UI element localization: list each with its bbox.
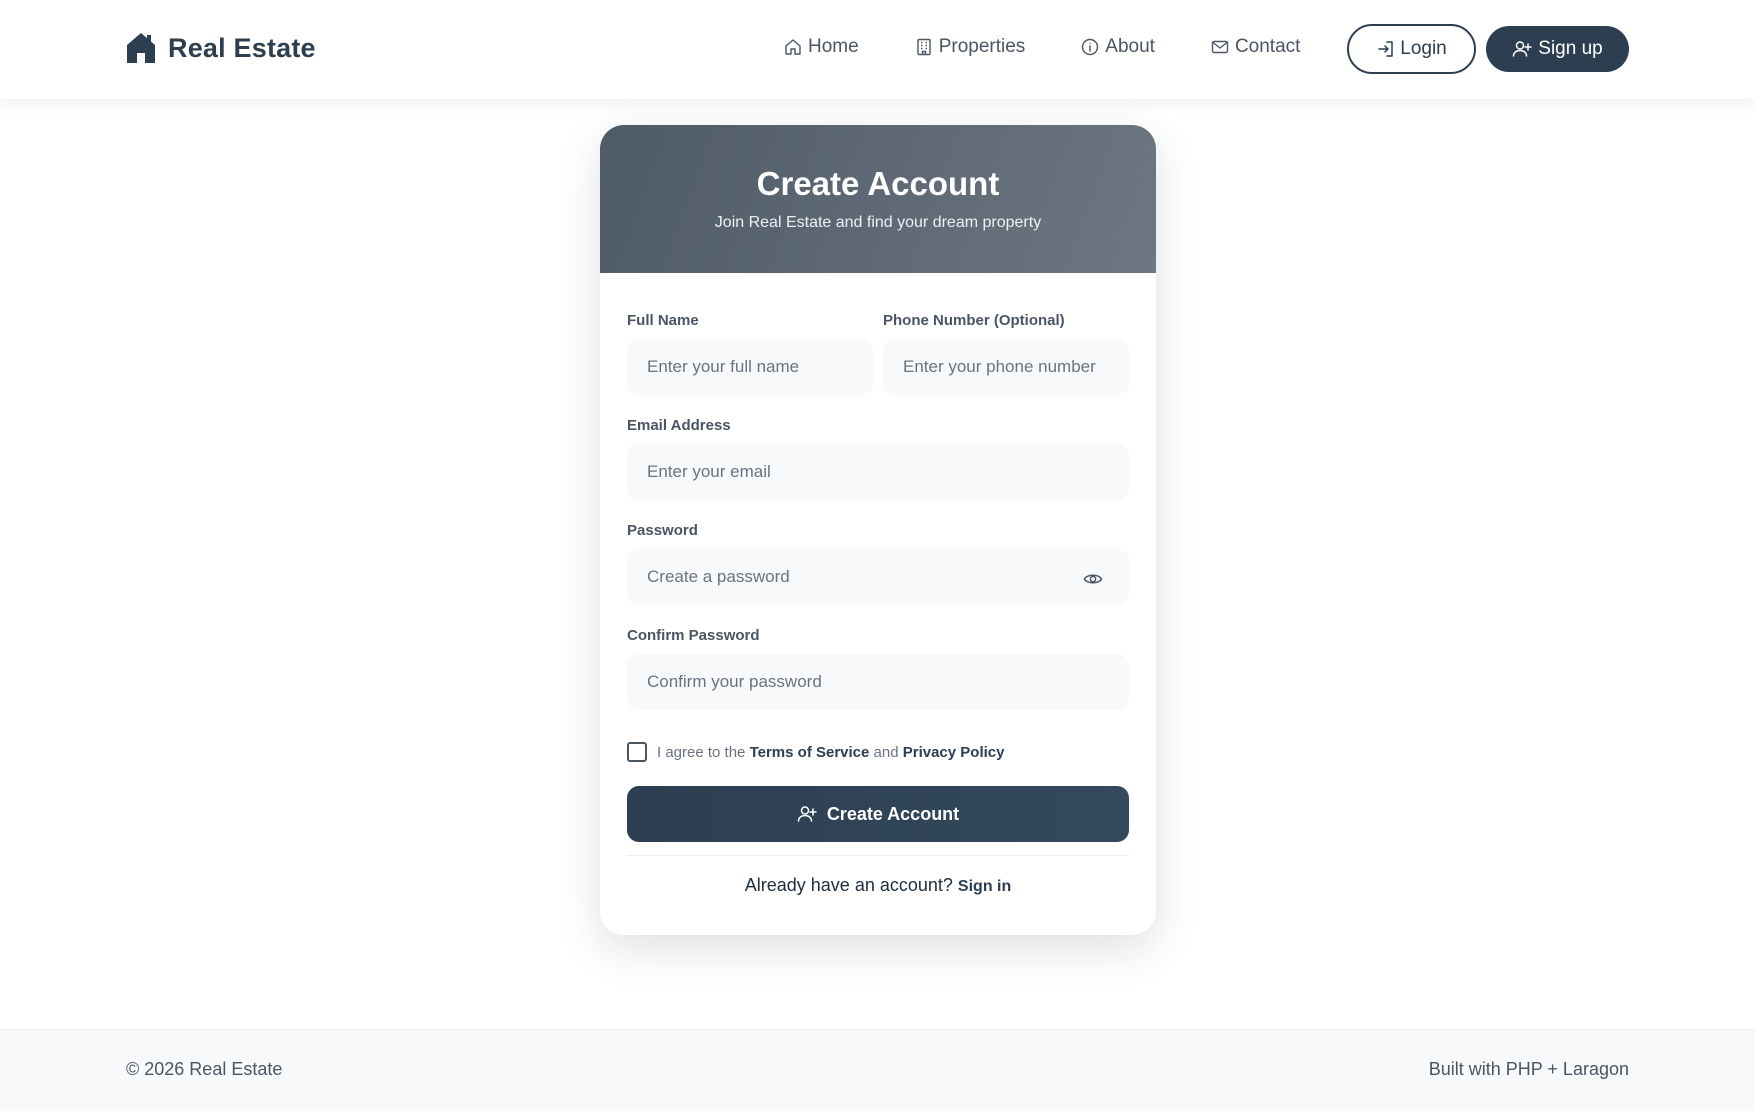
terms-agreement: I agree to the Terms of Service and Priv…	[627, 742, 1004, 762]
home-icon	[785, 39, 801, 55]
house-icon	[127, 33, 155, 63]
nav-item-about[interactable]: About	[1081, 36, 1155, 58]
nav-item-label: Home	[808, 36, 859, 57]
login-button[interactable]: Login	[1347, 24, 1476, 74]
footer-copyright: © 2026 Real Estate	[126, 1059, 283, 1079]
email-input[interactable]	[627, 444, 1129, 500]
create-account-button-label: Create Account	[826, 803, 960, 824]
nav-item-contact[interactable]: Contact	[1211, 36, 1300, 58]
signup-button[interactable]: Sign up	[1486, 26, 1629, 72]
privacy-policy-link[interactable]: Privacy Policy	[903, 744, 1005, 761]
password-input[interactable]	[627, 549, 1129, 605]
nav-item-label: Contact	[1234, 36, 1301, 57]
terms-checkbox[interactable]	[627, 742, 647, 762]
phone-input[interactable]	[883, 339, 1129, 395]
phone-label: Phone Number (Optional)	[883, 312, 1065, 329]
terms-of-service-link[interactable]: Terms of Service	[750, 744, 870, 761]
card-header: Create Account Join Real Estate and find…	[600, 125, 1156, 273]
email-label: Email Address	[627, 417, 731, 434]
building-icon	[916, 38, 931, 56]
terms-text: I agree to the Terms of Service and Priv…	[657, 744, 1004, 761]
footer-built-with: Built with PHP + Laragon	[1428, 1059, 1629, 1079]
full-name-label: Full Name	[627, 312, 699, 329]
full-name-input[interactable]	[627, 339, 873, 395]
main-nav: Home Properties About Contact	[784, 36, 1300, 58]
signin-prompt-text: Already have an account?	[744, 875, 953, 895]
eye-icon[interactable]	[1083, 569, 1103, 589]
envelope-icon	[1211, 40, 1229, 54]
page-title: Create Account	[756, 165, 1000, 202]
nav-item-properties[interactable]: Properties	[915, 36, 1026, 58]
create-account-button[interactable]: Create Account	[627, 786, 1129, 842]
confirm-password-input[interactable]	[627, 654, 1129, 710]
user-plus-icon	[797, 806, 817, 822]
terms-prefix: I agree to the	[657, 743, 746, 761]
navbar: Real Estate Home Properties About Contac…	[0, 0, 1755, 99]
nav-item-label: Properties	[938, 36, 1026, 57]
login-icon	[1378, 41, 1393, 57]
login-button-label: Login	[1400, 38, 1447, 59]
nav-item-home[interactable]: Home	[784, 36, 859, 58]
divider	[627, 855, 1129, 856]
signup-button-label: Sign up	[1538, 38, 1603, 59]
footer: © 2026 Real Estate Built with PHP + Lara…	[0, 1029, 1755, 1111]
confirm-password-label: Confirm Password	[627, 627, 760, 644]
brand-name: Real Estate	[168, 32, 316, 63]
signup-card: Create Account Join Real Estate and find…	[600, 125, 1156, 935]
signin-prompt: Already have an account? Sign in	[600, 875, 1156, 896]
password-label: Password	[627, 522, 698, 539]
signin-link[interactable]: Sign in	[958, 878, 1011, 895]
terms-and: and	[873, 743, 899, 761]
brand-logo[interactable]: Real Estate	[126, 32, 316, 64]
page-subtitle: Join Real Estate and find your dream pro…	[714, 214, 1042, 231]
info-icon	[1082, 38, 1099, 56]
user-plus-icon	[1513, 41, 1533, 57]
nav-item-label: About	[1105, 36, 1155, 57]
